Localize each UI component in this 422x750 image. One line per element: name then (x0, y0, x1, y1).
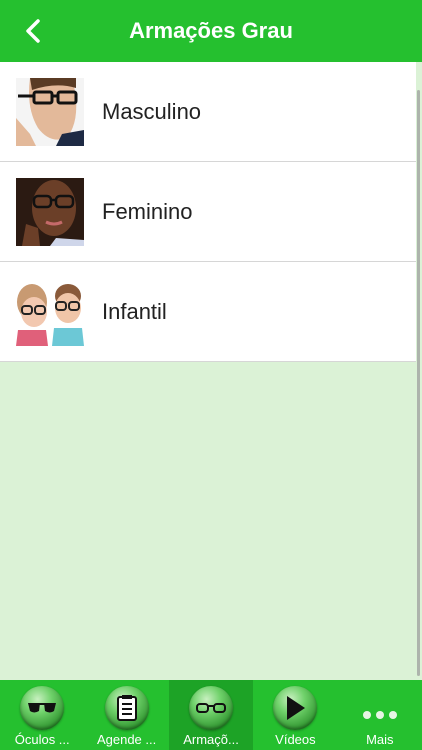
tab-oculos[interactable]: Óculos ... (0, 680, 84, 750)
navigation-bar: Armações Grau (0, 0, 422, 62)
page-title: Armações Grau (129, 18, 293, 43)
more-dots-icon (358, 686, 402, 730)
list-item-label: Infantil (102, 298, 167, 324)
tab-armacoes[interactable]: Armaçõ... (168, 680, 254, 750)
woman-with-glasses-photo (16, 177, 84, 246)
eyeglasses-icon (189, 686, 234, 730)
tab-label: Agende ... (96, 732, 157, 747)
tab-label: Mais (366, 732, 394, 747)
tab-label: Armaçõ... (183, 732, 239, 747)
tab-agende[interactable]: Agende ... (84, 680, 168, 750)
list-item-masculino[interactable]: Masculino (0, 62, 416, 162)
list-item-infantil[interactable]: Infantil (0, 262, 416, 362)
calendar-list-icon (104, 686, 149, 730)
tab-label: Vídeos (275, 732, 316, 747)
man-with-glasses-photo (16, 77, 84, 146)
tab-label: Óculos ... (14, 732, 70, 747)
sunglasses-icon (20, 686, 65, 730)
list-item-label: Feminino (102, 198, 193, 224)
play-icon (273, 686, 318, 730)
list-item-label: Masculino (102, 98, 202, 124)
list-item-feminino[interactable]: Feminino (0, 162, 416, 262)
tab-mais[interactable]: Mais (338, 680, 422, 750)
kids-with-glasses-photo (16, 277, 84, 346)
scrollbar[interactable] (417, 90, 420, 676)
tab-videos[interactable]: Vídeos (253, 680, 337, 750)
tab-bar: Óculos ... Agende ... Armaçõ... Vídeos M… (0, 680, 422, 750)
category-list: Masculino Feminino Infantil (0, 62, 416, 362)
